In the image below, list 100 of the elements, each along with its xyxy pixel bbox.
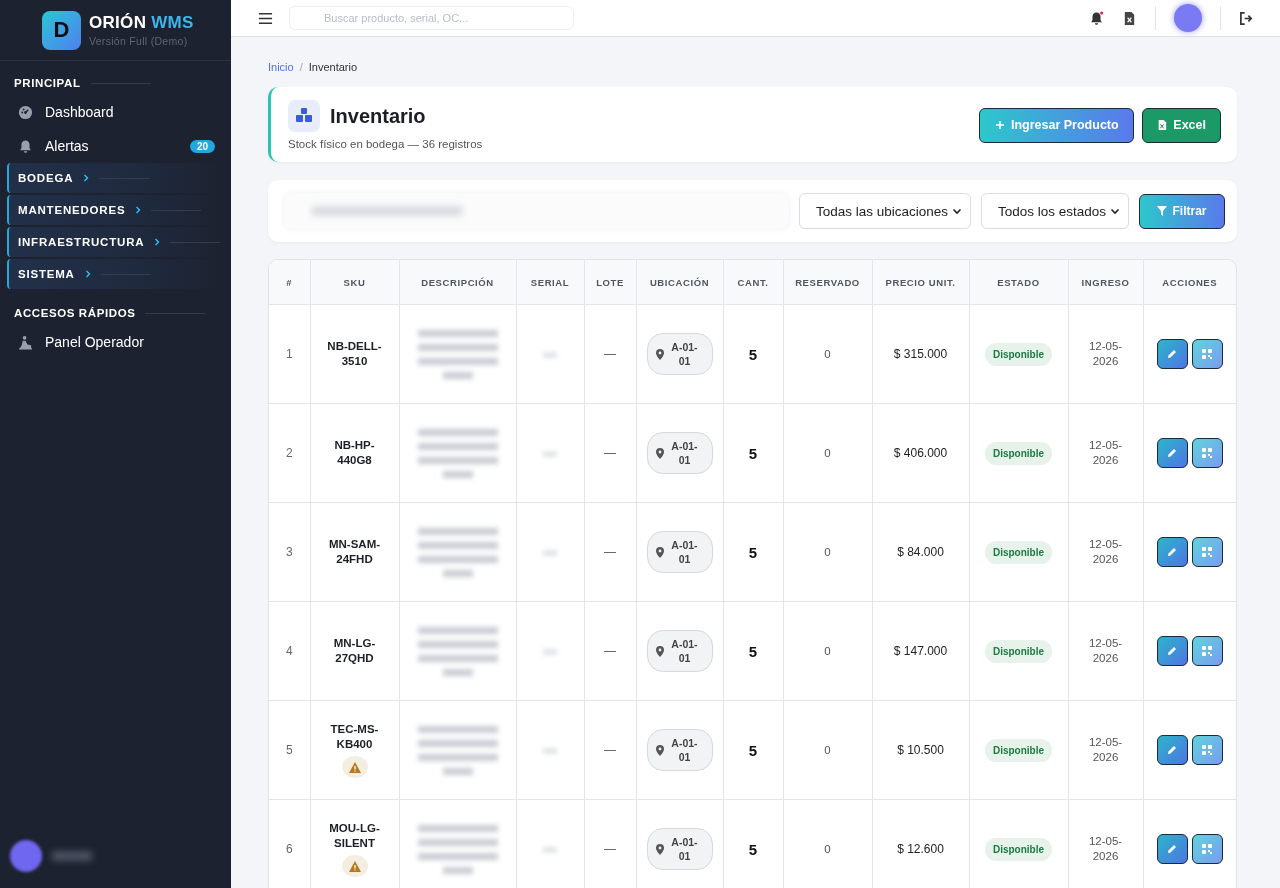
sku-text: TEC-MS-KB400 (329, 722, 380, 752)
section-heading: ACCESOS RÁPIDOS (14, 307, 136, 319)
qr-code-icon (1202, 844, 1213, 854)
edit-button[interactable] (1156, 636, 1188, 666)
column-header: RESERVADO (783, 260, 872, 305)
column-header: SERIAL (516, 260, 584, 305)
qr-code-icon (1202, 349, 1213, 359)
brand-name: ORIÓN (89, 13, 147, 32)
edit-button[interactable] (1156, 339, 1188, 369)
filter-icon (1157, 206, 1168, 216)
bell-icon[interactable] (1089, 10, 1104, 26)
lot-text: — (604, 347, 616, 361)
location-chip: A-01-01 (646, 828, 713, 870)
quantity-text: 5 (748, 840, 758, 858)
pencil-icon (1167, 547, 1178, 557)
price-text: $ 406.000 (893, 446, 948, 460)
reserved-text: 0 (824, 744, 831, 756)
nav-group[interactable]: INFRAESTRUCTURA (7, 227, 223, 257)
pencil-icon (1167, 349, 1178, 359)
page-title: Inventario (330, 104, 426, 128)
pencil-icon (1167, 646, 1178, 656)
date-text: 12-05-2026 (1087, 537, 1124, 567)
row-number: 4 (285, 644, 293, 658)
worker-icon (18, 334, 33, 350)
page-subtitle: Stock físico en bodega — 36 registros (288, 138, 483, 150)
qr-code-button[interactable] (1191, 339, 1223, 369)
column-header: UBICACIÓN (636, 260, 723, 305)
gauge-icon (18, 104, 33, 120)
qr-code-button[interactable] (1191, 834, 1223, 864)
date-text: 12-05-2026 (1087, 834, 1124, 864)
edit-button[interactable] (1156, 537, 1188, 567)
dropdown-caret-icon (1110, 206, 1120, 216)
column-header: INGRESO (1068, 260, 1143, 305)
qr-code-button[interactable] (1191, 438, 1223, 468)
status-badge: Disponible (984, 738, 1053, 762)
row-number: 3 (285, 545, 293, 559)
price-text: $ 12.600 (897, 842, 944, 856)
excel-button[interactable]: Excel (1142, 107, 1221, 143)
sku-text: MN-LG-27QHD (332, 636, 377, 666)
reserved-text: 0 (824, 843, 831, 855)
app-logo: D (42, 10, 81, 50)
logout-icon[interactable] (1239, 10, 1254, 26)
nav-item[interactable]: Panel Operador (0, 325, 231, 359)
price-text: $ 315.000 (893, 347, 948, 361)
location-chip: A-01-01 (646, 729, 713, 771)
plus-icon (995, 120, 1005, 130)
bell-icon (18, 138, 33, 154)
column-header: LOTE (584, 260, 636, 305)
qr-code-button[interactable] (1191, 537, 1223, 567)
breadcrumb-link[interactable]: Inicio (268, 61, 294, 73)
price-text: $ 84.000 (897, 545, 944, 559)
map-pin-icon (655, 348, 664, 360)
lot-text: — (604, 545, 616, 559)
breadcrumb-separator: / (299, 61, 303, 73)
menu-icon[interactable] (258, 10, 273, 26)
brand-suffix: WMS (151, 13, 194, 32)
excel-file-icon (1157, 120, 1168, 130)
qr-code-icon (1202, 745, 1213, 755)
status-badge: Disponible (984, 342, 1053, 366)
column-header: PRECIO UNIT. (872, 260, 969, 305)
quantity-text: 5 (748, 543, 758, 561)
sku-text: MOU-LG-SILENT (328, 821, 381, 851)
quantity-text: 5 (748, 444, 758, 462)
pencil-icon (1167, 844, 1178, 854)
blurred-text (52, 851, 92, 861)
qr-code-button[interactable] (1191, 636, 1223, 666)
sku-text: NB-DELL-3510 (326, 339, 383, 369)
status-badge: Disponible (984, 639, 1053, 663)
search-field[interactable]: Buscar producto, serial, OC... (289, 6, 574, 30)
pencil-icon (1167, 448, 1178, 458)
map-pin-icon (655, 645, 664, 657)
filter-search-field[interactable] (284, 193, 789, 229)
row-number: 2 (285, 446, 293, 460)
date-text: 12-05-2026 (1087, 735, 1124, 765)
column-header: DESCRIPCIÓN (399, 260, 516, 305)
status-badge: Disponible (984, 441, 1053, 465)
boxes-icon (288, 100, 320, 132)
nav-item[interactable]: Dashboard (0, 95, 231, 129)
column-header: # (269, 260, 310, 305)
nav-item[interactable]: Alertas 20 (0, 129, 231, 163)
user-avatar[interactable] (1174, 4, 1202, 32)
row-number: 6 (285, 842, 293, 856)
column-header: SKU (310, 260, 399, 305)
location-select[interactable]: Todas las ubicaciones (799, 193, 971, 229)
map-pin-icon (655, 546, 664, 558)
excel-file-icon[interactable] (1122, 10, 1137, 26)
status-select[interactable]: Todos los estados (981, 193, 1129, 229)
row-number: 5 (285, 743, 293, 757)
lot-text: — (604, 446, 616, 460)
price-text: $ 10.500 (897, 743, 944, 757)
edit-button[interactable] (1156, 834, 1188, 864)
location-chip: A-01-01 (646, 531, 713, 573)
column-header: ACCIONES (1143, 260, 1236, 305)
edit-button[interactable] (1156, 438, 1188, 468)
edit-button[interactable] (1156, 735, 1188, 765)
map-pin-icon (655, 447, 664, 459)
quantity-text: 5 (748, 345, 758, 363)
qr-code-button[interactable] (1191, 735, 1223, 765)
user-avatar[interactable] (10, 840, 42, 872)
price-text: $ 147.000 (893, 644, 948, 658)
